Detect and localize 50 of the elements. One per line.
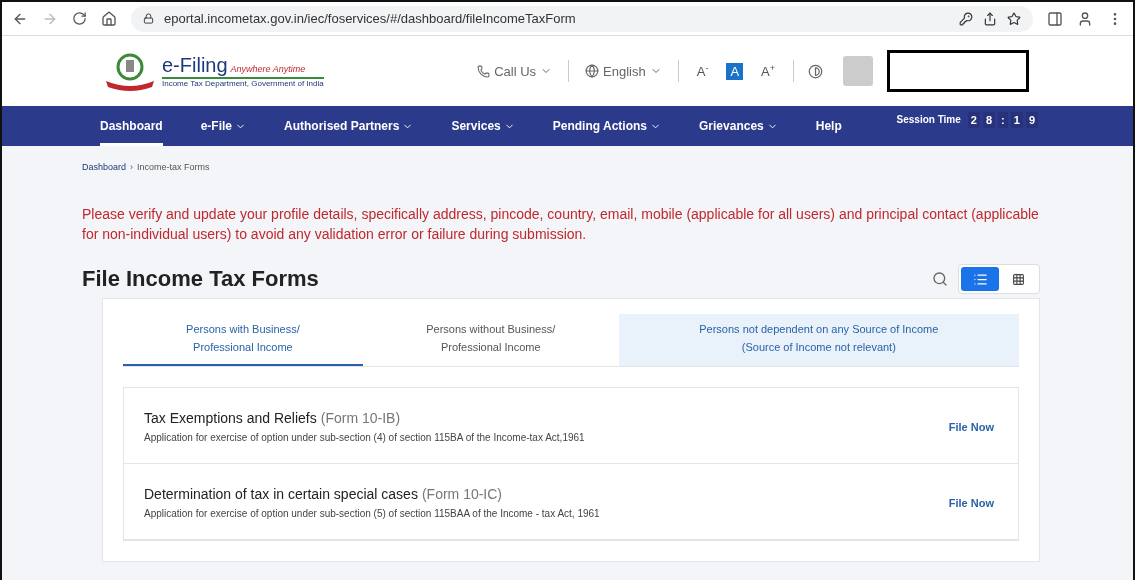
contrast-icon[interactable] — [808, 63, 823, 79]
session-label: Session Time — [896, 113, 961, 127]
grid-icon — [1011, 272, 1025, 286]
form-description: Application for exercise of option under sub-section (4) of section 115BA of the Income-tax Act,1961 — [144, 432, 586, 443]
session-digit: : — [998, 112, 1008, 128]
file-now-link[interactable]: File Now — [948, 496, 994, 509]
home-icon[interactable] — [101, 10, 117, 27]
font-size-button[interactable]: A$^{+}$ — [757, 61, 779, 81]
form-number: (Form 10-IC) — [421, 486, 503, 502]
key-icon[interactable] — [959, 11, 973, 26]
nav-item[interactable]: Help — [815, 106, 842, 146]
profile-icon[interactable] — [1077, 10, 1093, 27]
form-number: (Form 10-IB) — [320, 410, 401, 426]
font-size-button[interactable]: A$^{-}$ — [692, 61, 713, 81]
star-icon[interactable] — [1007, 11, 1021, 26]
url-text: eportal.incometax.gov.in/iec/foservices/#/dashboard/fileIncomeTaxForm — [164, 11, 576, 26]
form-description: Application for exercise of option under sub-section (5) of section 115BAA of the Income - tax Act, 1961 — [144, 508, 601, 519]
session-digit: 2 — [967, 112, 980, 128]
session-digit: 9 — [1025, 112, 1038, 128]
reload-icon[interactable] — [72, 11, 87, 26]
share-icon[interactable] — [983, 11, 997, 26]
breadcrumb-current: Income-tax Forms — [137, 162, 210, 172]
globe-icon — [585, 64, 600, 78]
page-title: File Income Tax Forms — [82, 266, 320, 292]
language-button[interactable]: English — [583, 61, 664, 81]
logo-title: e-Filing — [162, 54, 228, 77]
file-now-link[interactable]: File Now — [948, 420, 994, 433]
font-size-button[interactable]: A — [726, 62, 744, 80]
logo-subtitle: Income Tax Department, Government of India — [162, 79, 324, 88]
nav-item[interactable]: e-File — [200, 106, 247, 146]
breadcrumb-link[interactable]: Dashboard — [82, 162, 127, 172]
form-title: Determination of tax in certain special cases — [144, 486, 418, 502]
list-icon — [972, 271, 988, 287]
profile-notice: Please verify and update your profile details, specifically address, pincode, country, email, mobile (applicable for all users) and principal contact (applicable for non-individual users) to avoid any validation error or failure during submission. — [82, 205, 1040, 244]
nav-item[interactable]: Pending Actions — [552, 106, 661, 146]
side-panel-icon[interactable] — [1047, 10, 1063, 27]
session-digit: 8 — [982, 112, 996, 128]
address-bar[interactable]: eportal.incometax.gov.in/iec/foservices/#/dashboard/fileIncomeTaxForm — [131, 5, 1033, 32]
phone-icon — [477, 64, 491, 78]
nav-item[interactable]: Services — [451, 106, 515, 146]
form-title: Tax Exemptions and Reliefs — [144, 410, 317, 426]
lock-icon — [143, 13, 154, 24]
breadcrumb-separator: › — [130, 162, 134, 172]
category-tab[interactable]: Persons not dependent on any Source of Income (Source of Income not relevant) — [618, 314, 1019, 366]
nav-item[interactable]: Dashboard — [100, 106, 163, 146]
nav-item[interactable]: Grievances — [699, 106, 778, 146]
session-digit: 1 — [1010, 112, 1023, 128]
logo-tagline: Anywhere Anytime — [230, 64, 306, 74]
nav-item[interactable]: Authorised Partners — [284, 106, 414, 146]
call-us-button[interactable]: Call Us — [475, 61, 555, 81]
